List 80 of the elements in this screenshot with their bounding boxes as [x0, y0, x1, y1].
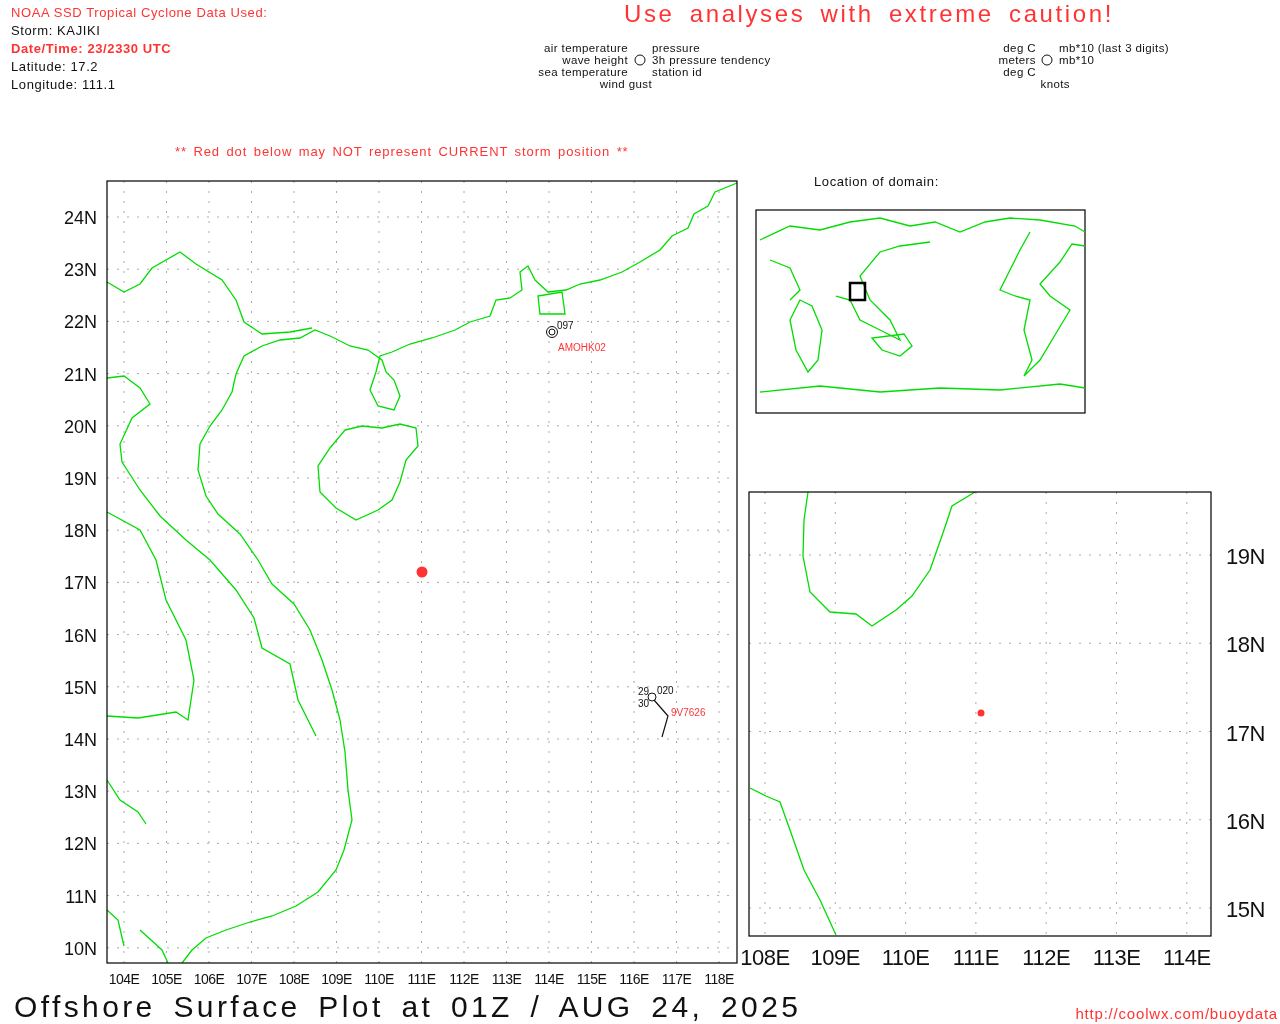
- longitude-label: 116E: [619, 971, 649, 987]
- longitude-label: 110E: [364, 971, 394, 987]
- storm-datetime: Date/Time: 23/2330 UTC: [11, 41, 172, 56]
- legend-label: 3h pressure tendency: [652, 54, 771, 66]
- longitude-label: 105E: [151, 971, 182, 987]
- latitude-label: 16N: [63, 625, 97, 646]
- longitude-label: 111E: [407, 971, 436, 987]
- legend-label: station id: [652, 66, 703, 78]
- unit-label: deg C: [1003, 66, 1036, 78]
- longitude-label: 108E: [278, 971, 310, 987]
- station-pressure: 020: [657, 685, 674, 696]
- latitude-label: 19N: [1226, 544, 1265, 569]
- longitude-label: 109E: [321, 971, 352, 987]
- station-pressure: 097: [557, 320, 574, 331]
- latitude-label: 18N: [1226, 632, 1265, 658]
- harbor-outline-drawing: [537, 291, 566, 315]
- legend-label: wind gust: [599, 78, 652, 90]
- latitude-label: 24N: [63, 208, 97, 228]
- data-source-title: NOAA SSD Tropical Cyclone Data Used:: [11, 5, 268, 20]
- longitude-label: 117E: [661, 971, 692, 987]
- latitude-label: 12N: [63, 834, 97, 855]
- station-id: 9V7626: [671, 707, 706, 718]
- wind-barb-icon: [653, 699, 669, 738]
- unit-label: knots: [1040, 78, 1070, 90]
- longitude-label: 118E: [704, 971, 734, 987]
- location-map-title: Location of domain:: [814, 174, 939, 189]
- legend-label: air temperature: [544, 42, 628, 54]
- latitude-label: 23N: [63, 260, 97, 281]
- latitude-label: 22N: [63, 312, 97, 333]
- unit-label: deg C: [1003, 42, 1036, 54]
- longitude-label: 104E: [108, 971, 140, 987]
- legend-label: pressure: [652, 42, 700, 54]
- source-url: http://coolwx.com/buoydata: [1075, 1005, 1278, 1022]
- latitude-label: 20N: [63, 416, 97, 437]
- latitude-label: 14N: [63, 730, 97, 750]
- station-circle-icon: [546, 326, 558, 338]
- longitude-label: 107E: [236, 971, 267, 987]
- latitude-label: 17N: [1226, 720, 1265, 746]
- latitude-label: 15N: [63, 677, 97, 698]
- latitude-label: 16N: [1226, 808, 1265, 834]
- latitude-label: 21N: [63, 364, 97, 385]
- longitude-label: 109E: [810, 945, 860, 970]
- station-circle-icon: [1041, 54, 1053, 66]
- latitude-label: 18N: [63, 521, 97, 542]
- station-air-temperature: 29: [637, 686, 649, 697]
- domain-marker: [848, 281, 867, 302]
- caution-text: Use analyses with extreme caution!: [624, 0, 1114, 27]
- longitude-label: 106E: [193, 971, 225, 987]
- station-circle-icon: [647, 692, 657, 702]
- longitude-label: 114E: [534, 971, 564, 987]
- longitude-label: 108E: [740, 945, 790, 970]
- unit-label: mb*10: [1059, 54, 1095, 66]
- latitude-label: 15N: [1226, 897, 1265, 922]
- longitude-label: 113E: [491, 971, 522, 987]
- legend-label: sea temperature: [538, 66, 628, 78]
- storm-dot: [977, 709, 985, 717]
- longitude-label: 112E: [449, 971, 479, 987]
- longitude-label: 110E: [881, 945, 930, 970]
- legend-label: wave height: [562, 54, 628, 66]
- unit-label: mb*10 (last 3 digits): [1059, 42, 1170, 54]
- longitude-label: 113E: [1092, 945, 1141, 970]
- latitude-label: 11N: [65, 886, 97, 907]
- latitude-label: 17N: [63, 573, 97, 594]
- storm-longitude: Longitude: 111.1: [11, 77, 116, 92]
- latitude-label: 10N: [63, 938, 97, 959]
- storm-latitude: Latitude: 17.2: [11, 59, 99, 74]
- longitude-label: 112E: [1022, 945, 1071, 970]
- storm-dot: [416, 566, 428, 578]
- latitude-label: 19N: [63, 469, 97, 489]
- longitude-label: 111E: [952, 945, 999, 970]
- longitude-label: 115E: [576, 971, 607, 987]
- station-circle-icon: [634, 54, 646, 66]
- unit-label: meters: [998, 54, 1036, 66]
- longitude-label: 114E: [1162, 945, 1211, 970]
- plot-title: Offshore Surface Plot at 01Z / AUG 24, 2025: [14, 990, 802, 1023]
- station-sea-temperature: 30: [637, 698, 649, 709]
- station-id: AMOHK02: [558, 342, 606, 353]
- warning-text: ** Red dot below may NOT represent CURRENT storm position **: [175, 144, 629, 159]
- latitude-label: 13N: [63, 782, 97, 803]
- storm-name: Storm: KAJIKI: [11, 23, 101, 38]
